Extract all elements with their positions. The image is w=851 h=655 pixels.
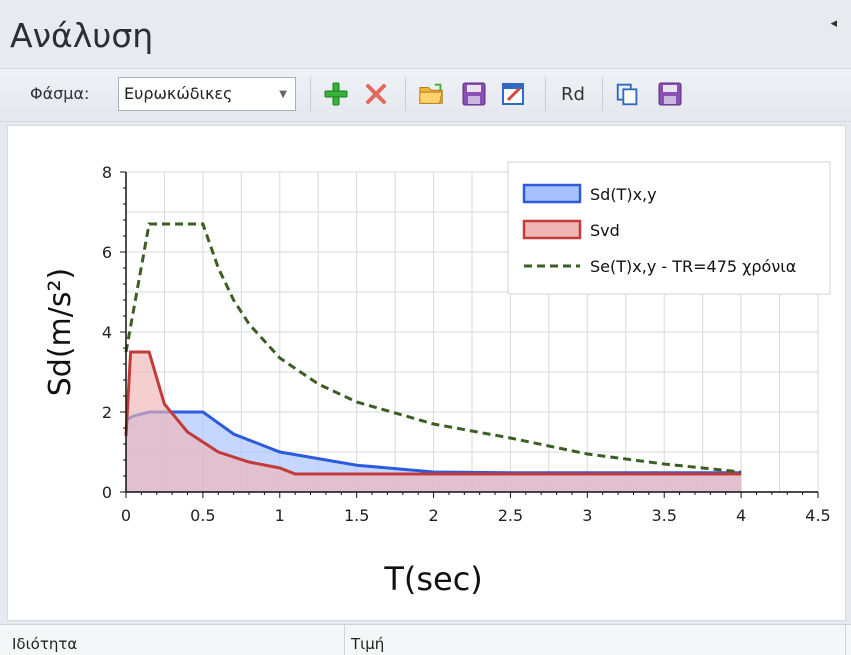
x-tick-label: 1.5 bbox=[344, 506, 369, 525]
y-tick-label: 0 bbox=[102, 483, 112, 502]
copy-icon bbox=[616, 83, 638, 106]
save-icon bbox=[658, 82, 682, 106]
analysis-panel: Ανάλυση ◂ Φάσμα: Ευρωκώδικες ▼ Rd 0 0.5 … bbox=[0, 0, 851, 655]
chart-svg: 0 0.5 1 1.5 2 2.5 3 3.5 4 4.5 0 2 4 6 8 T(sec) Sd(m/s²) S… bbox=[43, 161, 831, 598]
x-tick-label: 4.5 bbox=[805, 506, 830, 525]
delete-icon bbox=[366, 84, 386, 104]
y-tick-label: 6 bbox=[102, 243, 112, 262]
panel-titlebar: Ανάλυση ◂ bbox=[0, 0, 851, 69]
x-tick-label: 3.5 bbox=[651, 506, 676, 525]
x-tick-label: 1 bbox=[275, 506, 285, 525]
legend-label-2: Se(T)x,y - TR=475 χρόνια bbox=[590, 257, 796, 276]
save-button[interactable] bbox=[460, 77, 488, 111]
chevron-down-icon: ▼ bbox=[279, 89, 287, 100]
x-tick-label: 0 bbox=[121, 506, 131, 525]
collapse-icon[interactable]: ◂ bbox=[830, 16, 837, 31]
toolbar: Φάσμα: Ευρωκώδικες ▼ Rd bbox=[0, 69, 851, 122]
x-tick-label: 3 bbox=[582, 506, 592, 525]
legend-swatch-1 bbox=[522, 219, 582, 240]
y-axis-label: Sd(m/s²) bbox=[43, 268, 78, 396]
toolbar-separator bbox=[310, 77, 311, 111]
x-tick-label: 4 bbox=[736, 506, 746, 525]
save-icon bbox=[462, 82, 486, 106]
edit-icon bbox=[502, 83, 524, 105]
rd-label: Rd bbox=[561, 83, 585, 105]
legend-swatch-0 bbox=[522, 183, 582, 204]
spectrum-chart: 0 0.5 1 1.5 2 2.5 3 3.5 4 4.5 0 2 4 6 8 T(sec) Sd(m/s²) S… bbox=[7, 125, 846, 621]
toolbar-separator bbox=[545, 77, 546, 111]
rd-button[interactable]: Rd bbox=[557, 77, 589, 111]
delete-button[interactable] bbox=[362, 77, 390, 111]
x-axis-label: T(sec) bbox=[383, 560, 482, 598]
save-image-button[interactable] bbox=[656, 77, 684, 111]
y-tick-label: 8 bbox=[102, 163, 112, 182]
x-tick-label: 0.5 bbox=[190, 506, 215, 525]
add-button[interactable] bbox=[322, 77, 350, 111]
open-button[interactable] bbox=[418, 77, 446, 111]
y-tick-label: 2 bbox=[102, 403, 112, 422]
x-tick-label: 2.5 bbox=[498, 506, 523, 525]
x-tick-label: 2 bbox=[428, 506, 438, 525]
panel-title: Ανάλυση bbox=[10, 16, 154, 55]
legend-label-1: Svd bbox=[590, 221, 620, 240]
property-column-header[interactable]: Ιδιότητα bbox=[6, 625, 345, 655]
open-folder-icon bbox=[419, 83, 443, 104]
legend-label-0: Sd(T)x,y bbox=[590, 185, 657, 204]
toolbar-separator bbox=[602, 77, 603, 111]
toolbar-separator bbox=[405, 77, 406, 111]
property-column-label: Ιδιότητα bbox=[12, 635, 78, 653]
spectrum-select[interactable]: Ευρωκώδικες ▼ bbox=[118, 77, 296, 111]
edit-button[interactable] bbox=[500, 77, 528, 111]
spectrum-label: Φάσμα: bbox=[30, 84, 90, 103]
value-column-label: Τιμή bbox=[351, 635, 385, 653]
y-tick-label: 4 bbox=[102, 323, 112, 342]
value-column-header[interactable]: Τιμή bbox=[345, 625, 846, 655]
copy-button[interactable] bbox=[614, 77, 642, 111]
spectrum-select-value: Ευρωκώδικες bbox=[124, 84, 233, 103]
add-icon bbox=[324, 82, 348, 106]
properties-header: Ιδιότητα Τιμή bbox=[0, 624, 851, 655]
